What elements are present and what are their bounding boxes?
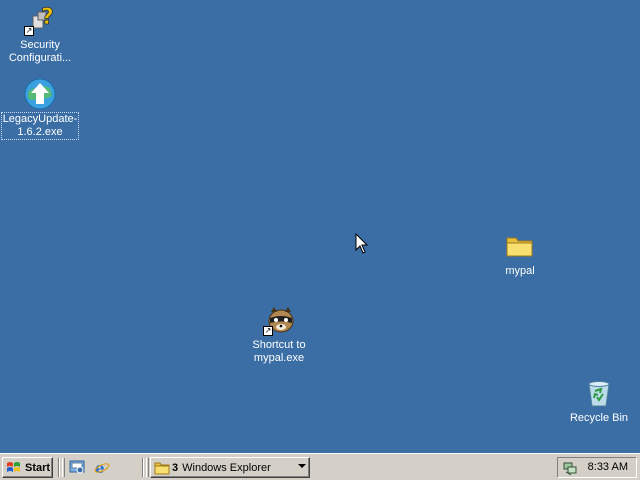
mouse-pointer-icon bbox=[355, 232, 369, 255]
recycle-bin-icon bbox=[583, 377, 615, 409]
shortcut-arrow-icon: ↗ bbox=[24, 26, 34, 36]
taskbar: Start e 3 Windows Explorer 8:33 AM bbox=[0, 453, 640, 480]
task-group-count: 3 bbox=[172, 461, 179, 474]
icon-label: Security Configurati... bbox=[8, 39, 72, 64]
show-desktop-icon[interactable] bbox=[69, 459, 85, 475]
svg-text:?: ? bbox=[41, 5, 54, 30]
windows-explorer-task-group[interactable]: 3 Windows Explorer bbox=[150, 457, 310, 478]
folder-icon bbox=[154, 461, 170, 475]
legacy-update-exe[interactable]: LegacyUpdate- 1.6.2.exe bbox=[0, 78, 80, 140]
start-label: Start bbox=[25, 461, 51, 474]
security-configuration-shortcut[interactable]: ? ↗ Security Configurati... bbox=[0, 4, 80, 65]
windows-logo-icon bbox=[6, 461, 22, 475]
internet-explorer-icon[interactable]: e bbox=[94, 459, 110, 477]
folder-icon bbox=[504, 230, 536, 262]
mypal-folder[interactable]: mypal bbox=[480, 230, 560, 278]
taskbar-separator bbox=[58, 458, 60, 477]
shortcut-arrow-icon: ↗ bbox=[263, 326, 273, 336]
task-group-label: Windows Explorer bbox=[182, 461, 271, 474]
network-icon[interactable] bbox=[562, 460, 578, 476]
mypal-exe-shortcut[interactable]: ↗ Shortcut to mypal.exe bbox=[239, 304, 319, 365]
desktop[interactable]: ? ↗ Security Configurati... LegacyUpdate… bbox=[0, 0, 640, 453]
clock[interactable]: 8:33 AM bbox=[588, 461, 628, 473]
quick-launch-grip[interactable] bbox=[62, 458, 65, 477]
system-tray: 8:33 AM bbox=[557, 457, 637, 478]
taskbar-separator bbox=[142, 458, 144, 477]
mypal-raccoon-icon: ↗ bbox=[263, 304, 295, 336]
icon-label: Shortcut to mypal.exe bbox=[252, 339, 306, 364]
icon-label: mypal bbox=[505, 265, 535, 277]
chevron-down-icon bbox=[298, 464, 306, 468]
icon-label: Recycle Bin bbox=[569, 412, 629, 424]
legacy-update-icon bbox=[24, 78, 56, 110]
start-button[interactable]: Start bbox=[2, 457, 53, 478]
task-area-grip[interactable] bbox=[146, 458, 149, 477]
security-config-icon: ? ↗ bbox=[24, 4, 56, 36]
recycle-bin[interactable]: Recycle Bin bbox=[559, 377, 639, 425]
icon-label: LegacyUpdate- 1.6.2.exe bbox=[0, 112, 80, 140]
